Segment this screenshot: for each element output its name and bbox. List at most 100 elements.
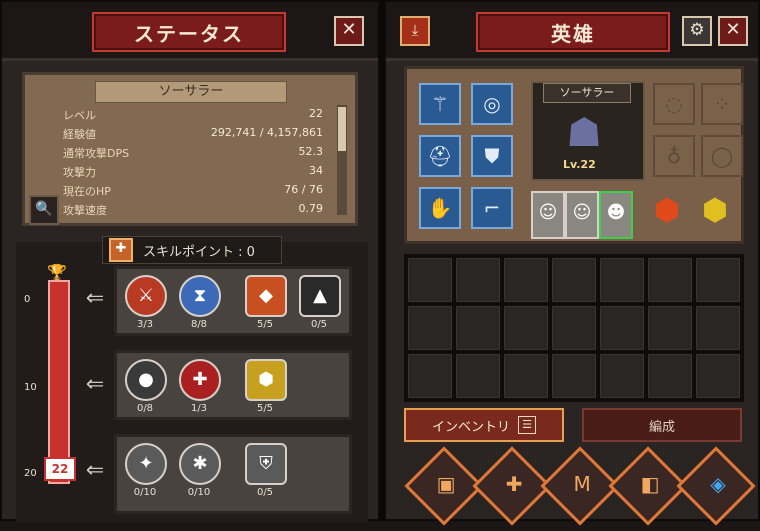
- close-hero-button[interactable]: ✕: [718, 16, 748, 46]
- earring-slot[interactable]: ⁘: [701, 83, 743, 125]
- inventory-cell[interactable]: [600, 258, 644, 302]
- skill-points-label: スキルポイント : 0: [143, 244, 255, 260]
- inventory-cell[interactable]: [456, 354, 500, 398]
- magnifier-button[interactable]: 🔍: [29, 195, 59, 225]
- skill-slot[interactable]: ⚔ 3/3: [125, 275, 167, 330]
- orb-slot[interactable]: ◎: [471, 83, 513, 125]
- fire-gem-icon: ◆: [245, 275, 287, 317]
- black-orb-icon: ●: [125, 359, 167, 401]
- ring-slot-2[interactable]: ◯: [701, 135, 743, 177]
- inventory-cell[interactable]: [504, 258, 548, 302]
- inventory-cell[interactable]: [696, 354, 740, 398]
- skill-slot[interactable]: ✦ 0/10: [125, 443, 167, 498]
- close-status-button[interactable]: ✕: [334, 16, 364, 46]
- sort-menu-icon[interactable]: ☰: [518, 416, 536, 434]
- gloves-icon: ✋: [427, 196, 453, 220]
- stat-label: レベル: [63, 109, 96, 122]
- stat-row-attack: 攻撃力 34: [63, 164, 323, 182]
- inventory-cell[interactable]: [552, 306, 596, 350]
- settings-button[interactable]: ⚙: [682, 16, 712, 46]
- inventory-cell[interactable]: [408, 306, 452, 350]
- ring-icon: ◯: [710, 144, 734, 168]
- stats-box: ソーサラー レベル 22 経験値 292,741 / 4,157,861 通常攻撃D…: [22, 72, 358, 226]
- gold-gem-slot[interactable]: ⬢: [695, 191, 735, 233]
- gem-button[interactable]: ◈: [676, 446, 756, 526]
- stats-scrollbar[interactable]: [337, 105, 347, 215]
- skill-slot[interactable]: ⧗ 8/8: [179, 275, 221, 330]
- fire-gem-slot[interactable]: ⬢: [647, 191, 687, 233]
- stat-row-attack-speed: 攻撃速度 0.79: [63, 202, 323, 216]
- tab-formation[interactable]: 編成: [582, 408, 742, 442]
- stat-label: 経験値: [63, 128, 96, 141]
- weapon-slot[interactable]: ⚚: [419, 83, 461, 125]
- inventory-cell[interactable]: [696, 258, 740, 302]
- inventory-cell[interactable]: [408, 354, 452, 398]
- inventory-cell[interactable]: [456, 258, 500, 302]
- inventory-cell[interactable]: [600, 354, 644, 398]
- skill-tier-2: ● 0/8 ✚ 1/3 ⬢ 5/5: [114, 350, 352, 420]
- armor-slot[interactable]: ⛊: [471, 135, 513, 177]
- skill-count: 0/5: [256, 487, 274, 498]
- skill-count: 3/3: [136, 319, 154, 330]
- skill-slot[interactable]: ✱ 0/10: [179, 443, 221, 498]
- hero-portrait[interactable]: ソーサラー ☗ Lv.22: [531, 81, 645, 181]
- class-name-plate: ソーサラー: [95, 81, 287, 103]
- magnifier-icon: 🔍: [35, 201, 53, 217]
- stat-label: 攻撃速度: [63, 204, 107, 216]
- level-prefix: Lv.: [563, 158, 581, 171]
- download-icon: ⤓: [411, 21, 419, 39]
- download-button[interactable]: ⤓: [400, 16, 430, 46]
- necklace-slot[interactable]: ◌: [653, 83, 695, 125]
- inventory-cell[interactable]: [600, 306, 644, 350]
- gear-icon: ⚙: [689, 20, 705, 40]
- inventory-cell[interactable]: [552, 258, 596, 302]
- skill-tier-1: ⚔ 3/3 ⧗ 8/8 ◆ 5/5 ▲ 0/5: [114, 266, 352, 336]
- skill-slot[interactable]: ◆ 5/5: [245, 275, 287, 330]
- skill-slot[interactable]: ⛨ 0/5: [245, 443, 287, 498]
- tab-inventory-label: インベントリ: [431, 419, 510, 435]
- inventory-cell[interactable]: [552, 354, 596, 398]
- boots-icon: ⌐: [483, 196, 501, 220]
- inventory-cell[interactable]: [648, 258, 692, 302]
- inventory-cell[interactable]: [648, 354, 692, 398]
- gloves-slot[interactable]: ✋: [419, 187, 461, 229]
- skill-slot[interactable]: ✚ 1/3: [179, 359, 221, 414]
- inventory-cell[interactable]: [504, 306, 548, 350]
- boots-slot[interactable]: ⌐: [471, 187, 513, 229]
- inventory-cell[interactable]: [696, 306, 740, 350]
- skill-slot[interactable]: ▲ 0/5: [299, 275, 341, 330]
- red-cross-shield-icon: ✚: [179, 359, 221, 401]
- stat-label: 現在のHP: [63, 185, 111, 198]
- arrowhead-icon: ▲: [299, 275, 341, 317]
- stat-value: 22: [309, 107, 323, 120]
- necklace-icon: ◌: [665, 92, 683, 116]
- party-member-1[interactable]: ☺: [531, 191, 565, 239]
- ring-icon: ♁: [666, 144, 682, 168]
- inventory-cell[interactable]: [456, 306, 500, 350]
- blue-gem-icon: ◈: [710, 471, 726, 496]
- skill-slot[interactable]: ● 0/8: [125, 359, 167, 414]
- stat-label: 通常攻撃DPS: [63, 147, 130, 160]
- tab-inventory[interactable]: インベントリ ☰: [404, 408, 564, 442]
- skill-count: 0/10: [133, 487, 157, 498]
- stat-value: 0.79: [298, 202, 324, 215]
- stat-value: 52.3: [298, 145, 324, 158]
- tier-arrow-icon: ⇐: [85, 286, 105, 311]
- skill-slot[interactable]: ⬢ 5/5: [245, 359, 287, 414]
- inventory-cell[interactable]: [648, 306, 692, 350]
- stat-value: 292,741 / 4,157,861: [210, 126, 323, 139]
- inventory-cell[interactable]: [504, 354, 548, 398]
- party-member-2[interactable]: ☺: [565, 191, 599, 239]
- skill-count: 5/5: [256, 319, 274, 330]
- inventory-cell[interactable]: [408, 258, 452, 302]
- party-member-3-selected[interactable]: ☻: [599, 191, 633, 239]
- orb-icon: ◎: [483, 92, 501, 116]
- cross-emblem-icon: ✚: [505, 471, 523, 496]
- ring-slot-1[interactable]: ♁: [653, 135, 695, 177]
- scrollbar-thumb[interactable]: [338, 107, 346, 151]
- helmet-slot[interactable]: ⛑: [419, 135, 461, 177]
- staff-icon: ⚚: [431, 92, 449, 116]
- level-value: 22: [580, 158, 596, 171]
- equipment-area: ⚚ ◎ ⛑ ⛊ ✋ ⌐ ソーサラー ☗ Lv.22 ◌ ⁘ ♁ ◯ ☺ ☺ ☻ …: [404, 66, 744, 244]
- hourglass-icon: ⧗: [179, 275, 221, 317]
